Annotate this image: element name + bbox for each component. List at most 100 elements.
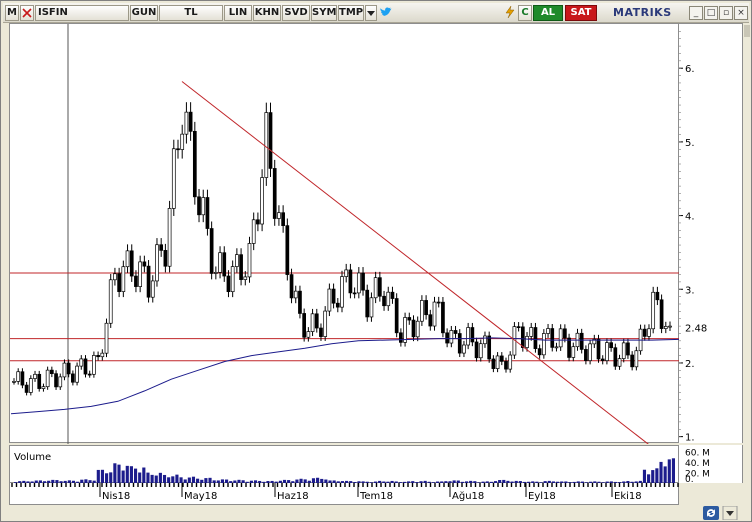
chevron-down-icon[interactable] bbox=[365, 5, 377, 21]
candle[interactable] bbox=[571, 342, 576, 362]
candle[interactable] bbox=[403, 312, 407, 347]
candle[interactable] bbox=[213, 266, 218, 280]
candle[interactable] bbox=[331, 283, 336, 309]
candle[interactable] bbox=[121, 260, 126, 298]
candle[interactable] bbox=[117, 267, 121, 298]
candle[interactable] bbox=[420, 295, 424, 326]
menu-button[interactable]: M bbox=[5, 5, 19, 21]
volume-bar[interactable] bbox=[113, 463, 117, 484]
candle[interactable] bbox=[323, 306, 328, 341]
candle[interactable] bbox=[205, 189, 210, 236]
candle[interactable] bbox=[272, 159, 277, 226]
candle[interactable] bbox=[508, 351, 513, 373]
candle[interactable] bbox=[478, 339, 483, 362]
candle[interactable] bbox=[659, 294, 664, 334]
candle[interactable] bbox=[377, 271, 382, 302]
candle[interactable] bbox=[516, 322, 521, 332]
close-button[interactable]: × bbox=[734, 6, 748, 20]
candle[interactable] bbox=[424, 295, 428, 320]
candle[interactable] bbox=[504, 357, 508, 373]
volume-bar[interactable] bbox=[655, 468, 659, 484]
lightning-icon[interactable] bbox=[503, 5, 517, 21]
candle[interactable] bbox=[415, 316, 420, 342]
candle[interactable] bbox=[436, 296, 441, 308]
candle[interactable] bbox=[226, 270, 231, 298]
candle[interactable] bbox=[487, 331, 492, 363]
candle[interactable] bbox=[613, 343, 618, 370]
candle[interactable] bbox=[373, 271, 378, 304]
candle[interactable] bbox=[264, 102, 269, 186]
candle[interactable] bbox=[96, 351, 100, 361]
price-chart-canvas[interactable] bbox=[10, 24, 680, 446]
twitter-icon[interactable] bbox=[379, 5, 393, 21]
candle[interactable] bbox=[546, 323, 550, 338]
candle[interactable] bbox=[588, 339, 592, 365]
candle[interactable] bbox=[335, 298, 340, 313]
candle[interactable] bbox=[58, 373, 63, 390]
candle[interactable] bbox=[230, 260, 235, 298]
candle[interactable] bbox=[344, 263, 349, 283]
candle[interactable] bbox=[201, 189, 206, 223]
volume-bar[interactable] bbox=[117, 464, 121, 484]
candle[interactable] bbox=[541, 329, 546, 359]
candle[interactable] bbox=[533, 322, 538, 353]
candle[interactable] bbox=[188, 102, 193, 141]
candle[interactable] bbox=[171, 139, 176, 216]
candle[interactable] bbox=[268, 102, 273, 177]
candle[interactable] bbox=[445, 328, 449, 348]
candle[interactable] bbox=[352, 287, 357, 299]
currency-button[interactable]: TL bbox=[159, 5, 223, 21]
candle[interactable] bbox=[184, 102, 189, 144]
candle[interactable] bbox=[537, 344, 542, 359]
candle[interactable] bbox=[92, 351, 96, 378]
candle[interactable] bbox=[630, 351, 635, 371]
symbol-input[interactable]: ISFIN bbox=[35, 5, 129, 21]
candle[interactable] bbox=[104, 318, 109, 358]
sync-icon[interactable] bbox=[703, 506, 719, 520]
refresh-button[interactable]: C bbox=[518, 5, 532, 21]
candle[interactable] bbox=[167, 200, 172, 273]
minimize-button[interactable]: _ bbox=[689, 6, 703, 20]
candle[interactable] bbox=[483, 331, 487, 348]
candle[interactable] bbox=[129, 244, 134, 282]
candle[interactable] bbox=[474, 337, 479, 362]
candle[interactable] bbox=[634, 346, 639, 371]
volume-bar[interactable] bbox=[133, 468, 138, 484]
linear-scale-button[interactable]: LIN bbox=[224, 5, 252, 21]
candle[interactable] bbox=[298, 285, 302, 319]
candle[interactable] bbox=[289, 268, 294, 304]
candle[interactable] bbox=[12, 378, 16, 385]
candle[interactable] bbox=[310, 308, 315, 337]
candle[interactable] bbox=[411, 315, 416, 342]
period-button[interactable]: GUN bbox=[130, 5, 158, 21]
candle[interactable] bbox=[621, 338, 626, 363]
volume-panel[interactable]: Volume bbox=[9, 445, 679, 484]
volume-bar[interactable] bbox=[667, 459, 671, 484]
moving-average-line[interactable] bbox=[10, 337, 680, 415]
candle[interactable] bbox=[348, 263, 353, 299]
sell-button[interactable]: SAT bbox=[565, 5, 597, 21]
candle[interactable] bbox=[302, 308, 307, 342]
candle[interactable] bbox=[361, 267, 365, 296]
candle[interactable] bbox=[108, 274, 113, 328]
volume-bar[interactable] bbox=[100, 469, 105, 484]
candle[interactable] bbox=[197, 188, 201, 223]
candle[interactable] bbox=[49, 366, 54, 378]
candle[interactable] bbox=[100, 349, 105, 361]
candle[interactable] bbox=[314, 308, 319, 333]
candle[interactable] bbox=[554, 342, 559, 352]
candle[interactable] bbox=[382, 290, 386, 311]
candle[interactable] bbox=[655, 286, 660, 306]
candle[interactable] bbox=[567, 333, 571, 362]
candle[interactable] bbox=[20, 368, 25, 389]
buy-button[interactable]: AL bbox=[533, 5, 563, 21]
candle[interactable] bbox=[558, 324, 563, 351]
candle[interactable] bbox=[457, 329, 462, 358]
volume-bar[interactable] bbox=[125, 465, 129, 484]
candle[interactable] bbox=[33, 370, 37, 382]
candle[interactable] bbox=[651, 286, 656, 334]
candle[interactable] bbox=[16, 368, 21, 385]
candle[interactable] bbox=[356, 267, 361, 299]
candle[interactable] bbox=[579, 328, 584, 354]
candle[interactable] bbox=[407, 312, 412, 325]
